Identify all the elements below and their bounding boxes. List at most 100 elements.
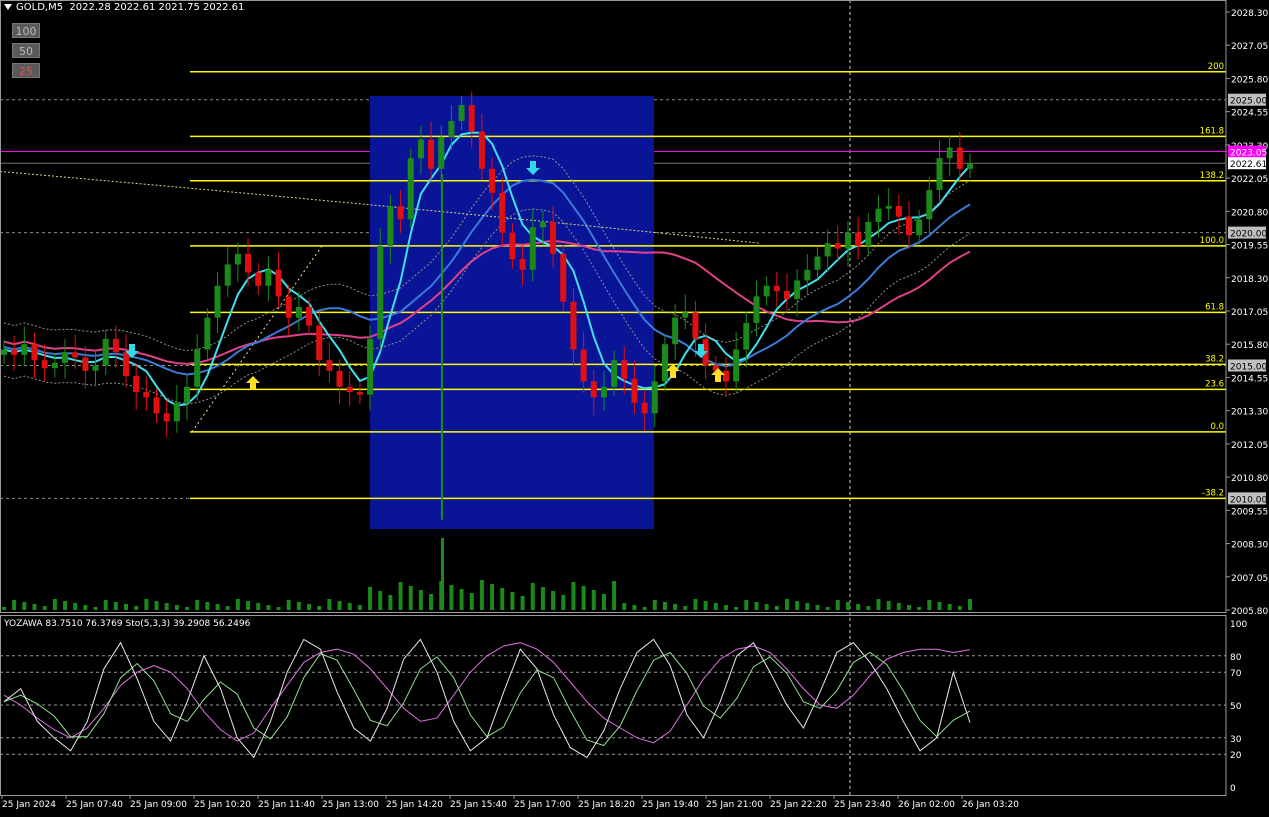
candle-body [631, 378, 638, 403]
volume-bar [144, 599, 149, 610]
volume-bar [235, 599, 240, 610]
candle-body [214, 285, 221, 318]
ohlc-label: 2022.28 2022.61 2021.75 2022.61 [69, 2, 245, 13]
volume-bar [662, 602, 667, 610]
volume-bar [744, 600, 749, 610]
volume-bar [642, 607, 647, 610]
indicator-title: YOZAWA 83.7510 76.3769 Sto(5,3,3) 39.290… [4, 619, 251, 629]
volume-bar [418, 590, 423, 610]
candle-body [255, 272, 262, 286]
price-tick-label: 2018.30 [1231, 275, 1268, 285]
price-tick-label: 2019.55 [1231, 242, 1268, 252]
volume-bar [723, 605, 728, 610]
candle-body [377, 245, 384, 339]
volume-bar [205, 602, 210, 610]
fib-label: 61.8 [1205, 302, 1224, 312]
candle-body [905, 216, 912, 236]
volume-bar [754, 602, 759, 610]
fib-label: 100.0 [1200, 236, 1224, 246]
chart-canvas[interactable]: 200161.8138.2100.061.838.223.60.0-38.2 1… [0, 0, 1269, 813]
price-tick-label: 2012.05 [1231, 441, 1268, 451]
volume-bar [164, 603, 169, 610]
fib-label: 200 [1208, 62, 1224, 72]
volume-bar [581, 586, 586, 610]
candle-body [519, 259, 526, 270]
candle-body [956, 147, 963, 169]
volume-bar [927, 600, 932, 610]
volume-bar [337, 601, 342, 610]
volume-bar [469, 593, 474, 610]
candle-body [224, 264, 231, 286]
price-marker-label: 2025.00 [1230, 97, 1267, 107]
candle-body [844, 232, 851, 249]
volume-bar [296, 602, 301, 610]
volume-bar [459, 589, 464, 610]
candle-body [682, 312, 689, 318]
volume-bar [154, 601, 159, 610]
candle-body [967, 163, 973, 169]
candle-body [499, 192, 506, 233]
zoom-100-button[interactable]: 100 [12, 23, 40, 38]
time-tick-label: 25 Jan 13:00 [322, 800, 379, 810]
candle-body [153, 397, 160, 414]
volume-bar [185, 607, 190, 610]
candle-body [123, 352, 130, 377]
candle-body [458, 105, 465, 121]
zoom-50-button[interactable]: 50 [12, 43, 40, 58]
zoom-25-button[interactable]: 25 [12, 63, 40, 78]
volume-bar [32, 604, 37, 610]
candle-body [245, 253, 252, 273]
chart-header: GOLD,M5 2022.28 2022.61 2021.75 2022.61 [4, 2, 244, 13]
time-tick-label: 25 Jan 10:20 [194, 800, 251, 810]
volume-bar [276, 607, 281, 610]
candle-body [234, 253, 241, 265]
dropdown-triangle-icon[interactable] [4, 4, 12, 10]
candle-body [356, 392, 363, 395]
candle-body [173, 402, 180, 422]
candle-body [865, 221, 872, 246]
candle-body [21, 344, 28, 355]
volume-bar [551, 591, 556, 610]
volume-bar [195, 600, 200, 610]
candle-body [143, 392, 150, 398]
fib-label: 23.6 [1205, 379, 1224, 389]
time-tick-label: 25 Jan 17:00 [514, 800, 571, 810]
candle-body [72, 352, 79, 358]
volume-bar [368, 587, 373, 610]
volume-bar [441, 538, 444, 610]
candle-body [580, 349, 587, 382]
oscillator-level-label: 50 [1230, 702, 1242, 712]
candle-body [814, 256, 821, 270]
volume-bar [174, 605, 179, 610]
oscillator-level-label: 0 [1230, 784, 1236, 794]
candle-body [794, 280, 801, 300]
fib-label: 138.2 [1200, 171, 1224, 181]
candle-body [11, 349, 18, 355]
candle-body [82, 357, 89, 371]
volume-bar [601, 594, 606, 610]
candle-body [204, 317, 211, 350]
volume-bar [2, 607, 6, 610]
candle-body [936, 158, 943, 191]
candle-body [316, 325, 323, 361]
volume-bar [63, 601, 68, 610]
volume-bar [12, 600, 17, 610]
volume-bar [246, 601, 251, 610]
volume-bar [103, 600, 108, 610]
volume-bar [896, 603, 901, 610]
volume-bar [693, 599, 698, 610]
volume-bar [520, 596, 525, 610]
fib-label: -38.2 [1202, 488, 1224, 498]
candle-body [946, 147, 953, 159]
volume-bar [510, 592, 515, 610]
chart-root[interactable]: 200 161.8 138.2 100.0 61.8 38.2 23.6 0.0 -38.2 1… [0, 0, 1269, 813]
volume-bar [734, 607, 739, 610]
time-tick-label: 25 Jan 11:40 [258, 800, 315, 810]
candle-body [600, 386, 607, 398]
volume-bar [490, 584, 495, 610]
volume-bar [327, 599, 332, 610]
volume-bar [378, 591, 383, 610]
price-tick-label: 2027.05 [1231, 42, 1268, 52]
volume-bar [906, 605, 911, 610]
candle-body [265, 269, 272, 286]
